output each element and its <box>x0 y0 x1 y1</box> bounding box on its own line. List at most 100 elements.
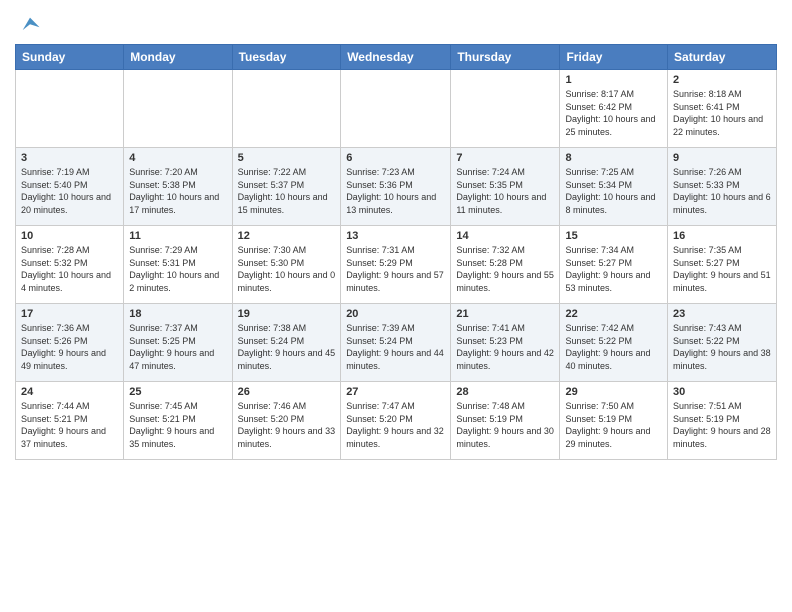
day-info: Sunrise: 7:35 AM Sunset: 5:27 PM Dayligh… <box>673 244 771 294</box>
day-number: 6 <box>346 152 445 164</box>
day-number: 30 <box>673 386 771 398</box>
calendar-cell: 17Sunrise: 7:36 AM Sunset: 5:26 PM Dayli… <box>16 304 124 382</box>
calendar-cell: 30 Sunrise: 7:51 AM Sunset: 5:19 PM Dayli… <box>668 382 777 460</box>
day-info: Sunrise: 7:22 AM Sunset: 5:37 PM Dayligh… <box>238 166 336 216</box>
day-info: Sunrise: 7:44 AM Sunset: 5:21 PM Dayligh… <box>21 400 118 450</box>
day-number: 13 <box>346 230 445 242</box>
calendar-week-3: 17Sunrise: 7:36 AM Sunset: 5:26 PM Dayli… <box>16 304 777 382</box>
day-number: 18 <box>129 308 226 320</box>
calendar-cell <box>16 70 124 148</box>
calendar-header-friday: Friday <box>560 45 668 70</box>
main-container: SundayMondayTuesdayWednesdayThursdayFrid… <box>0 0 792 465</box>
day-info: Sunrise: 7:38 AM Sunset: 5:24 PM Dayligh… <box>238 322 336 372</box>
day-number: 12 <box>238 230 336 242</box>
calendar-cell: 14 Sunrise: 7:32 AM Sunset: 5:28 PM Dayli… <box>451 226 560 304</box>
day-info: Sunrise: 7:41 AM Sunset: 5:23 PM Dayligh… <box>456 322 554 372</box>
calendar-cell: 29 Sunrise: 7:50 AM Sunset: 5:19 PM Dayli… <box>560 382 668 460</box>
calendar-cell: 2Sunrise: 8:18 AM Sunset: 6:41 PM Daylig… <box>668 70 777 148</box>
calendar-header-wednesday: Wednesday <box>341 45 451 70</box>
calendar-header-saturday: Saturday <box>668 45 777 70</box>
calendar-cell: 23 Sunrise: 7:43 AM Sunset: 5:22 PM Dayli… <box>668 304 777 382</box>
day-number: 5 <box>238 152 336 164</box>
day-info: Sunrise: 7:43 AM Sunset: 5:22 PM Dayligh… <box>673 322 771 372</box>
day-number: 14 <box>456 230 554 242</box>
day-number: 15 <box>565 230 662 242</box>
calendar-week-1: 3 Sunrise: 7:19 AM Sunset: 5:40 PM Daylig… <box>16 148 777 226</box>
day-info: Sunrise: 7:51 AM Sunset: 5:19 PM Dayligh… <box>673 400 771 450</box>
day-info: Sunrise: 8:17 AM Sunset: 6:42 PM Dayligh… <box>565 88 662 138</box>
day-info: Sunrise: 7:28 AM Sunset: 5:32 PM Dayligh… <box>21 244 118 294</box>
day-number: 16 <box>673 230 771 242</box>
calendar-table: SundayMondayTuesdayWednesdayThursdayFrid… <box>15 44 777 460</box>
day-info: Sunrise: 7:24 AM Sunset: 5:35 PM Dayligh… <box>456 166 554 216</box>
day-number: 24 <box>21 386 118 398</box>
calendar-cell: 27Sunrise: 7:47 AM Sunset: 5:20 PM Dayli… <box>341 382 451 460</box>
calendar-cell: 24 Sunrise: 7:44 AM Sunset: 5:21 PM Dayli… <box>16 382 124 460</box>
calendar-cell: 22Sunrise: 7:42 AM Sunset: 5:22 PM Dayli… <box>560 304 668 382</box>
day-info: Sunrise: 7:45 AM Sunset: 5:21 PM Dayligh… <box>129 400 226 450</box>
calendar-cell: 6 Sunrise: 7:23 AM Sunset: 5:36 PM Daylig… <box>341 148 451 226</box>
calendar-cell <box>341 70 451 148</box>
logo-bird-icon <box>19 14 41 36</box>
calendar-cell: 20Sunrise: 7:39 AM Sunset: 5:24 PM Dayli… <box>341 304 451 382</box>
calendar-week-0: 1 Sunrise: 8:17 AM Sunset: 6:42 PM Daylig… <box>16 70 777 148</box>
calendar-cell: 11 Sunrise: 7:29 AM Sunset: 5:31 PM Dayli… <box>124 226 232 304</box>
calendar-week-4: 24 Sunrise: 7:44 AM Sunset: 5:21 PM Dayli… <box>16 382 777 460</box>
day-number: 8 <box>565 152 662 164</box>
day-number: 3 <box>21 152 118 164</box>
calendar-week-2: 10 Sunrise: 7:28 AM Sunset: 5:32 PM Dayli… <box>16 226 777 304</box>
day-info: Sunrise: 7:39 AM Sunset: 5:24 PM Dayligh… <box>346 322 445 372</box>
day-number: 1 <box>565 74 662 86</box>
calendar-cell: 8 Sunrise: 7:25 AM Sunset: 5:34 PM Daylig… <box>560 148 668 226</box>
day-number: 29 <box>565 386 662 398</box>
calendar-cell: 5 Sunrise: 7:22 AM Sunset: 5:37 PM Daylig… <box>232 148 341 226</box>
day-number: 19 <box>238 308 336 320</box>
day-info: Sunrise: 7:50 AM Sunset: 5:19 PM Dayligh… <box>565 400 662 450</box>
calendar-cell: 21 Sunrise: 7:41 AM Sunset: 5:23 PM Dayli… <box>451 304 560 382</box>
calendar-cell: 12Sunrise: 7:30 AM Sunset: 5:30 PM Dayli… <box>232 226 341 304</box>
calendar-cell <box>451 70 560 148</box>
calendar-cell: 7 Sunrise: 7:24 AM Sunset: 5:35 PM Daylig… <box>451 148 560 226</box>
calendar-header-row: SundayMondayTuesdayWednesdayThursdayFrid… <box>16 45 777 70</box>
calendar-cell: 26Sunrise: 7:46 AM Sunset: 5:20 PM Dayli… <box>232 382 341 460</box>
day-info: Sunrise: 7:48 AM Sunset: 5:19 PM Dayligh… <box>456 400 554 450</box>
calendar-cell: 25 Sunrise: 7:45 AM Sunset: 5:21 PM Dayli… <box>124 382 232 460</box>
day-number: 9 <box>673 152 771 164</box>
calendar-cell: 9 Sunrise: 7:26 AM Sunset: 5:33 PM Daylig… <box>668 148 777 226</box>
calendar-cell: 16 Sunrise: 7:35 AM Sunset: 5:27 PM Dayli… <box>668 226 777 304</box>
calendar-cell: 15Sunrise: 7:34 AM Sunset: 5:27 PM Dayli… <box>560 226 668 304</box>
calendar-cell: 13Sunrise: 7:31 AM Sunset: 5:29 PM Dayli… <box>341 226 451 304</box>
day-number: 25 <box>129 386 226 398</box>
day-number: 10 <box>21 230 118 242</box>
day-number: 26 <box>238 386 336 398</box>
day-info: Sunrise: 7:32 AM Sunset: 5:28 PM Dayligh… <box>456 244 554 294</box>
day-number: 2 <box>673 74 771 86</box>
calendar-cell: 3 Sunrise: 7:19 AM Sunset: 5:40 PM Daylig… <box>16 148 124 226</box>
day-info: Sunrise: 7:19 AM Sunset: 5:40 PM Dayligh… <box>21 166 118 216</box>
day-info: Sunrise: 7:29 AM Sunset: 5:31 PM Dayligh… <box>129 244 226 294</box>
calendar-header-thursday: Thursday <box>451 45 560 70</box>
header <box>15 10 777 36</box>
calendar-cell: 4 Sunrise: 7:20 AM Sunset: 5:38 PM Daylig… <box>124 148 232 226</box>
day-info: Sunrise: 7:47 AM Sunset: 5:20 PM Dayligh… <box>346 400 445 450</box>
day-number: 7 <box>456 152 554 164</box>
day-info: Sunrise: 7:37 AM Sunset: 5:25 PM Dayligh… <box>129 322 226 372</box>
day-number: 28 <box>456 386 554 398</box>
day-info: Sunrise: 7:36 AM Sunset: 5:26 PM Dayligh… <box>21 322 118 372</box>
day-info: Sunrise: 7:23 AM Sunset: 5:36 PM Dayligh… <box>346 166 445 216</box>
day-number: 4 <box>129 152 226 164</box>
day-number: 22 <box>565 308 662 320</box>
calendar-cell <box>124 70 232 148</box>
calendar-header-tuesday: Tuesday <box>232 45 341 70</box>
calendar-cell: 1 Sunrise: 8:17 AM Sunset: 6:42 PM Daylig… <box>560 70 668 148</box>
calendar-cell: 28 Sunrise: 7:48 AM Sunset: 5:19 PM Dayli… <box>451 382 560 460</box>
day-number: 11 <box>129 230 226 242</box>
calendar-header-monday: Monday <box>124 45 232 70</box>
day-number: 23 <box>673 308 771 320</box>
day-info: Sunrise: 7:25 AM Sunset: 5:34 PM Dayligh… <box>565 166 662 216</box>
logo <box>15 14 41 36</box>
day-info: Sunrise: 7:20 AM Sunset: 5:38 PM Dayligh… <box>129 166 226 216</box>
calendar-header-sunday: Sunday <box>16 45 124 70</box>
day-number: 21 <box>456 308 554 320</box>
day-info: Sunrise: 7:26 AM Sunset: 5:33 PM Dayligh… <box>673 166 771 216</box>
